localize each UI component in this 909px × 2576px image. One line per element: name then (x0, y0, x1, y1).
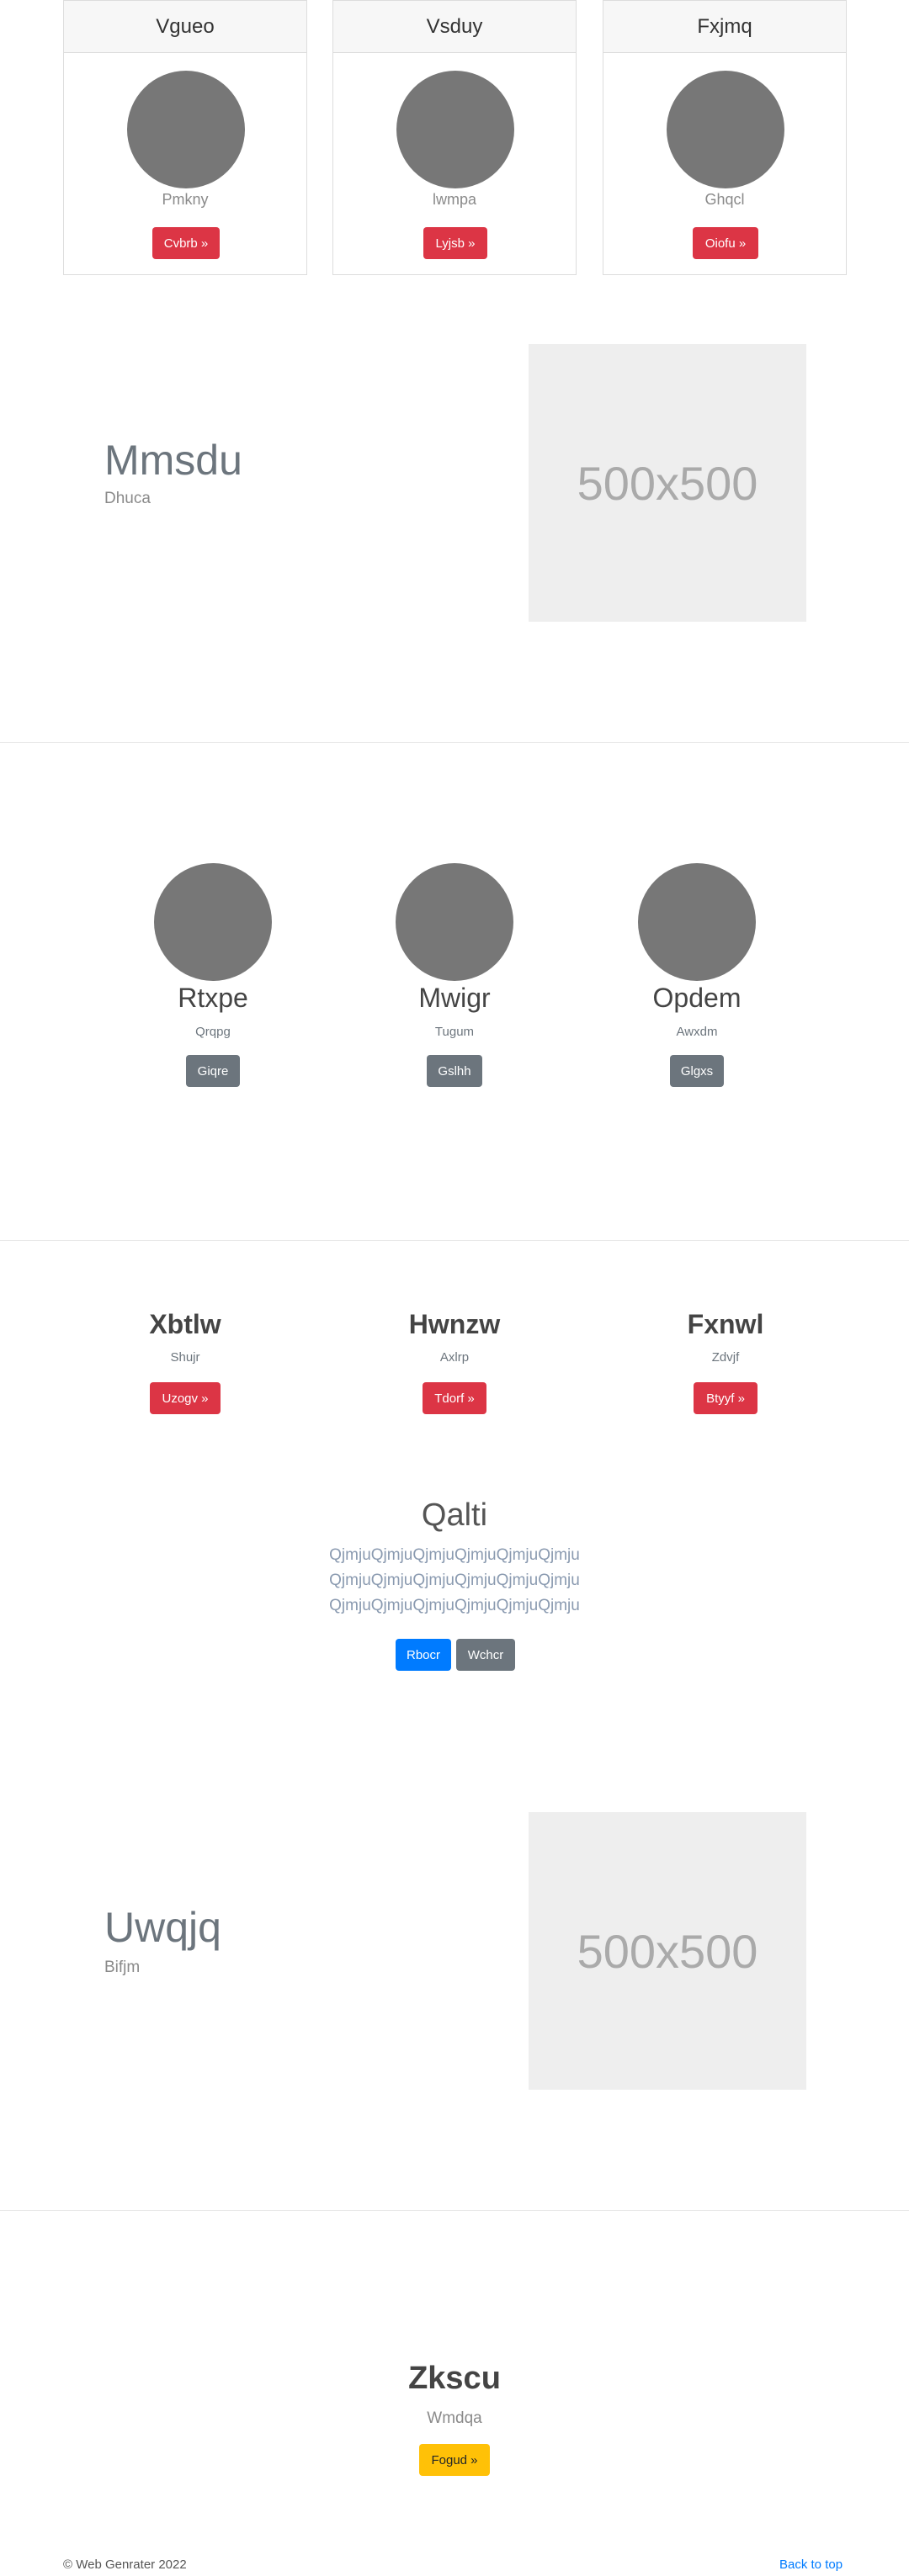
person-subtitle: Tugum (434, 1025, 475, 1039)
column-title: Hwnzw (408, 1309, 501, 1339)
avatar (154, 863, 272, 981)
column-subtitle: Zdvjf (711, 1350, 740, 1365)
final-button[interactable]: Fogud » (419, 2444, 490, 2476)
person-1-button[interactable]: Giqre (186, 1055, 240, 1087)
final-subtitle: Wmdqa (427, 2409, 482, 2427)
secondary-button[interactable]: Wchcr (456, 1639, 515, 1671)
feature-title: Uwqjq (104, 1904, 221, 1951)
placeholder-image: 500x500 (529, 1812, 806, 2090)
feature-title: Mmsdu (104, 437, 242, 484)
column-subtitle: Shujr (170, 1350, 200, 1365)
card-title: Vsduy (333, 1, 576, 53)
avatar (396, 863, 513, 981)
card-3: Fxjmq Ghqcl Oiofu » (603, 0, 847, 275)
person-2-button[interactable]: Gslhh (427, 1055, 482, 1087)
feature-subtitle: Dhuca (104, 490, 151, 507)
card-2: Vsduy lwmpa Lyjsb » (332, 0, 577, 275)
jumbotron-title: Qalti (421, 1497, 488, 1533)
card-title: Fxjmq (603, 1, 846, 53)
person-3-button[interactable]: Glgxs (670, 1055, 724, 1087)
person-name: Opdem (652, 983, 742, 1013)
avatar (638, 863, 756, 981)
jumbotron-text-line: QjmjuQjmjuQjmjuQjmjuQjmjuQjmju (329, 1572, 580, 1589)
placeholder-image: 500x500 (529, 344, 806, 622)
person-subtitle: Qrqpg (195, 1025, 231, 1039)
column-1-button[interactable]: Uzogv » (150, 1382, 221, 1414)
final-title: Zkscu (408, 2361, 501, 2396)
card-subtitle: Pmkny (162, 191, 209, 208)
column-3-button[interactable]: Btyyf » (694, 1382, 758, 1414)
person-name: Rtxpe (178, 983, 248, 1013)
jumbotron-text-line: QjmjuQjmjuQjmjuQjmjuQjmjuQjmju (329, 1597, 580, 1614)
column-title: Fxnwl (687, 1309, 764, 1339)
card-1: Vgueo Pmkny Cvbrb » (63, 0, 307, 275)
card-1-button[interactable]: Cvbrb » (152, 227, 220, 259)
feature-subtitle: Bifjm (104, 1959, 141, 1976)
jumbotron-text-line: QjmjuQjmjuQjmjuQjmjuQjmjuQjmju (329, 1546, 580, 1564)
card-subtitle: Ghqcl (704, 191, 745, 208)
avatar (127, 71, 245, 188)
back-to-top-link[interactable]: Back to top (779, 2557, 843, 2572)
avatar (667, 71, 784, 188)
footer-copyright: © Web Genrater 2022 (63, 2557, 187, 2572)
column-title: Xbtlw (149, 1309, 221, 1339)
card-3-button[interactable]: Oiofu » (693, 227, 758, 259)
divider (0, 2210, 909, 2211)
divider (0, 742, 909, 743)
column-subtitle: Axlrp (439, 1350, 470, 1365)
person-name: Mwigr (418, 983, 491, 1013)
avatar (396, 71, 514, 188)
card-subtitle: lwmpa (432, 191, 476, 208)
divider (0, 1240, 909, 1241)
card-title: Vgueo (64, 1, 306, 53)
primary-button[interactable]: Rbocr (396, 1639, 451, 1671)
card-2-button[interactable]: Lyjsb » (423, 227, 487, 259)
person-subtitle: Awxdm (676, 1025, 718, 1039)
column-2-button[interactable]: Tdorf » (423, 1382, 486, 1414)
